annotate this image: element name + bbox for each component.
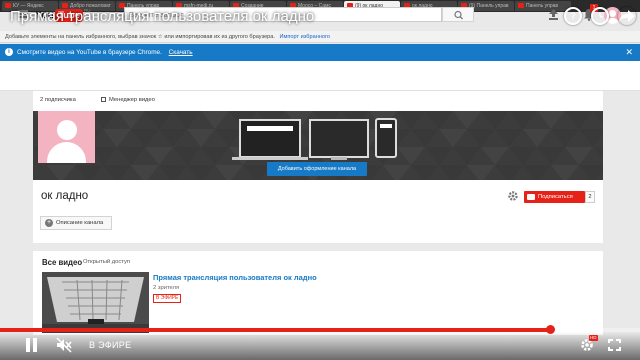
video-manager-icon <box>101 97 106 102</box>
muted-volume-icon[interactable] <box>56 337 72 353</box>
overlay-top-icons: ? <box>564 7 636 25</box>
info-icon: i <box>5 48 13 56</box>
all-videos-title[interactable]: Все видео <box>42 258 82 267</box>
favorites-hint-text: Добавьте элементы на панель избранного, … <box>5 34 275 40</box>
upload-icon[interactable] <box>548 9 559 20</box>
progress-scrubber[interactable] <box>546 325 555 334</box>
help-icon[interactable]: ? <box>564 7 582 25</box>
youtube-header <box>0 61 640 91</box>
live-indicator[interactable]: В ЭФИРЕ <box>89 340 131 350</box>
video-manager-label: Менеджер видео <box>109 97 155 103</box>
close-promo-icon[interactable]: ✕ <box>625 44 633 61</box>
tab-favicon-icon <box>518 3 524 8</box>
add-channel-art-button[interactable]: Добавить оформление канала <box>267 162 367 176</box>
subscriber-count-badge: 2 <box>585 191 595 203</box>
download-link[interactable]: Скачать <box>169 49 193 56</box>
import-favorites-link[interactable]: Импорт избранного <box>280 34 330 40</box>
channel-avatar[interactable] <box>38 111 95 163</box>
video-viewers: 2 зрителя <box>153 285 180 291</box>
gear-icon[interactable] <box>507 190 519 202</box>
chrome-promo-banner: i Смотрите видео на YouTube в браузере C… <box>0 44 640 61</box>
promo-text: Смотрите видео на YouTube в браузере Chr… <box>17 49 162 56</box>
video-manager-link[interactable]: Менеджер видео <box>101 97 155 103</box>
thumbnail-image <box>42 272 149 333</box>
subscriber-count[interactable]: 2 подписчика <box>40 97 76 103</box>
channel-description-button[interactable]: + Описание канала <box>40 216 112 230</box>
search-icon <box>454 10 463 20</box>
pause-icon[interactable] <box>26 338 37 352</box>
search-button[interactable] <box>442 7 474 22</box>
plus-icon: + <box>45 219 53 227</box>
live-badge: В ЭФИРЕ <box>153 294 182 303</box>
video-overlay-title[interactable]: Прямая трансляция пользователя ок ладно <box>10 8 314 25</box>
channel-name: ок ладно <box>41 190 89 202</box>
subscribe-button[interactable]: Подписаться <box>524 191 585 203</box>
access-label: Открытый доступ <box>83 259 131 265</box>
favorites-bar-hint: Добавьте элементы на панель избранного, … <box>0 31 640 43</box>
screenshot-root: КУ — Яндекс Добро пожаловат Панель управ ms… <box>0 0 640 360</box>
progress-fill <box>0 328 550 332</box>
hd-badge: HD <box>589 335 598 341</box>
watch-later-clock-icon[interactable] <box>591 7 609 25</box>
video-thumbnail[interactable] <box>42 272 149 333</box>
share-arrow-icon[interactable] <box>618 7 636 25</box>
video-title-link[interactable]: Прямая трансляция пользователя ок ладно <box>153 273 317 282</box>
browser-tab[interactable]: Панель управ <box>515 1 571 11</box>
fullscreen-icon[interactable] <box>608 339 621 351</box>
channel-description-label: Описание канала <box>56 220 104 226</box>
